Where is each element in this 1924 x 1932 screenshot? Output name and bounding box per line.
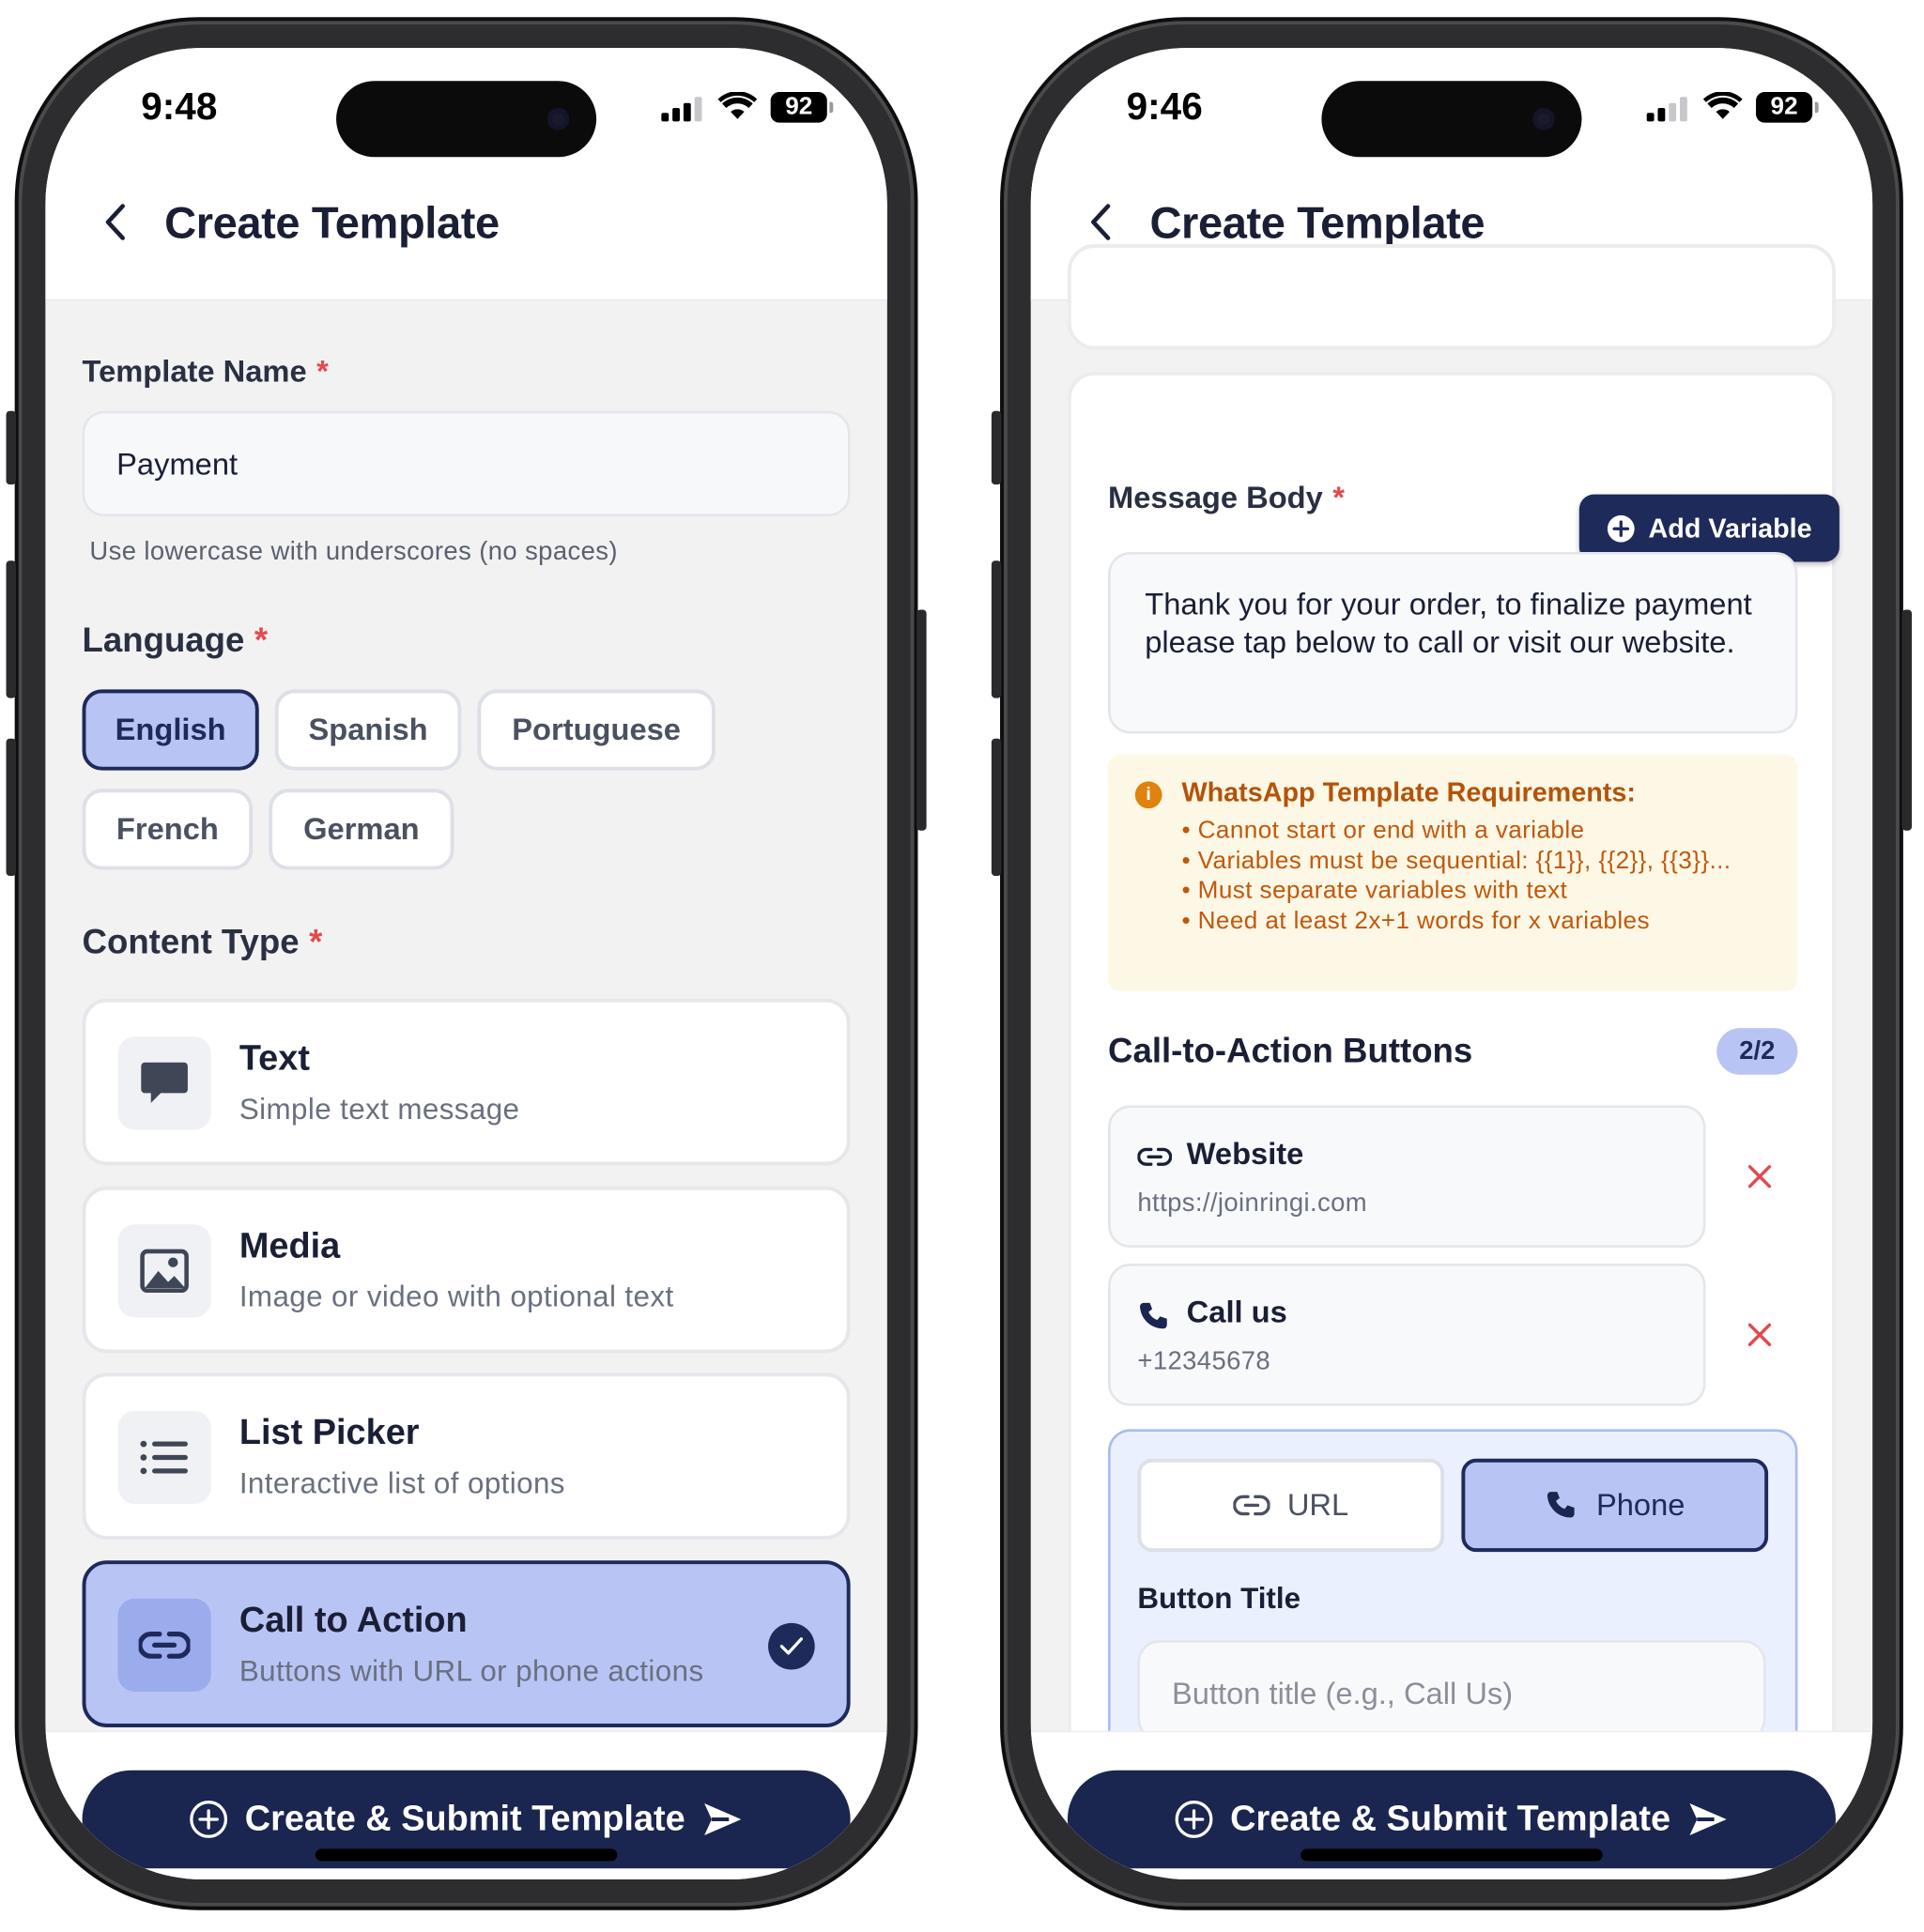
cta-button-title: Website: [1186, 1137, 1304, 1172]
cta-button-item[interactable]: Website https://joinringi.com: [1108, 1105, 1706, 1249]
type-toggle-url[interactable]: URL: [1137, 1458, 1445, 1553]
list-icon: [117, 1410, 211, 1505]
card-title: Media: [239, 1226, 341, 1266]
form-content[interactable]: Add Variable Message Body * Thank you for…: [1031, 48, 1872, 1731]
message-body-label: Message Body *: [1108, 481, 1345, 515]
template-name-input[interactable]: Payment: [82, 410, 851, 517]
phone-icon: [1547, 1492, 1575, 1518]
submit-label: Create & Submit Template: [1230, 1799, 1671, 1839]
power-button: [916, 609, 927, 831]
requirement-item: Must separate variables with text: [1181, 876, 1758, 906]
page-title: Create Template: [164, 197, 500, 248]
phone-frame-left: 9:48 92 Create Template Template Name * P…: [6, 17, 927, 1910]
language-chip-german[interactable]: German: [269, 789, 454, 870]
requirement-item: Need at least 2x+1 words for x variables: [1181, 906, 1758, 936]
screen-right: 9:46 92 Create Template Add Variable Mes…: [1030, 47, 1873, 1880]
cta-button-value: https://joinringi.com: [1137, 1188, 1368, 1218]
requirements-title: WhatsApp Template Requirements:: [1181, 776, 1636, 807]
language-label: Language *: [82, 621, 269, 659]
remove-button-x-icon[interactable]: [1745, 1320, 1774, 1349]
language-chip-french[interactable]: French: [82, 789, 254, 870]
action-button: [6, 410, 16, 485]
previous-section-card: [1067, 244, 1836, 350]
phone-frame-right: 9:46 92 Create Template Add Variable Mes…: [991, 17, 1912, 1910]
template-name-hint: Use lowercase with underscores (no space…: [89, 537, 618, 566]
link-icon: [1137, 1147, 1172, 1166]
cta-count-badge: 2/2: [1716, 1028, 1798, 1075]
status-time: 9:48: [141, 84, 218, 128]
home-indicator[interactable]: [1301, 1848, 1603, 1862]
type-toggle-phone[interactable]: Phone: [1461, 1458, 1769, 1553]
requirements-notice: i WhatsApp Template Requirements: Cannot…: [1108, 754, 1798, 991]
plus-circle-icon: [1175, 1801, 1212, 1838]
plus-circle-icon: [189, 1801, 227, 1838]
card-title: Text: [239, 1038, 310, 1079]
volume-down-button: [991, 738, 1002, 877]
requirement-item: Variables must be sequential: {{1}}, {{2…: [1181, 846, 1758, 876]
form-content[interactable]: Template Name * Payment Use lowercase wit…: [45, 301, 886, 1730]
content-type-label: Content Type *: [82, 922, 323, 961]
cta-button-editor: URL Phone Button Title Button title (e.g…: [1108, 1429, 1798, 1731]
plus-circle-icon: [1608, 514, 1636, 542]
button-title-input[interactable]: Button title (e.g., Call Us): [1137, 1640, 1766, 1731]
type-toggle-label: Phone: [1595, 1487, 1685, 1523]
template-name-label: Template Name *: [82, 354, 329, 390]
back-chevron-icon[interactable]: [101, 201, 129, 242]
card-subtitle: Simple text message: [239, 1093, 520, 1127]
volume-up-button: [991, 560, 1002, 698]
link-icon: [117, 1598, 211, 1693]
nav-header: Create Template: [45, 164, 887, 301]
message-body-textarea[interactable]: Thank you for your order, to finalize pa…: [1108, 552, 1798, 734]
cta-button-title: Call us: [1186, 1295, 1287, 1330]
remove-button-x-icon[interactable]: [1745, 1162, 1774, 1191]
type-toggle-label: URL: [1286, 1487, 1349, 1523]
content-type-card-list-picker[interactable]: List Picker Interactive list of options: [82, 1372, 851, 1541]
action-button: [991, 410, 1002, 485]
cta-buttons-title: Call-to-Action Buttons: [1108, 1032, 1473, 1070]
requirement-item: Cannot start or end with a variable: [1181, 816, 1758, 846]
volume-up-button: [6, 560, 16, 698]
card-subtitle: Interactive list of options: [239, 1466, 565, 1501]
volume-down-button: [6, 738, 16, 877]
content-type-card-text[interactable]: Text Simple text message: [82, 998, 851, 1166]
cta-button-item[interactable]: Call us +12345678: [1108, 1264, 1706, 1406]
cellular-signal-icon: [661, 97, 702, 122]
requirements-list: Cannot start or end with a variable Vari…: [1181, 816, 1758, 936]
phone-icon: [1140, 1302, 1167, 1329]
link-icon: [1233, 1495, 1270, 1516]
button-title-label: Button Title: [1137, 1582, 1301, 1617]
screen-left: 9:48 92 Create Template Template Name * P…: [45, 47, 887, 1880]
checkmark-icon: [768, 1622, 815, 1670]
content-type-card-media[interactable]: Media Image or video with optional text: [82, 1186, 851, 1354]
submit-label: Create & Submit Template: [244, 1799, 685, 1839]
card-title: List Picker: [239, 1413, 420, 1453]
chat-bubble-icon: [117, 1036, 211, 1130]
language-chip-spanish[interactable]: Spanish: [274, 689, 462, 771]
card-title: Call to Action: [239, 1601, 468, 1641]
battery-indicator: 92: [770, 92, 834, 123]
image-icon: [117, 1224, 211, 1318]
info-icon: i: [1134, 781, 1162, 809]
dynamic-island: [336, 81, 597, 158]
card-subtitle: Image or video with optional text: [239, 1280, 674, 1314]
power-button: [1901, 609, 1912, 831]
send-arrow-icon: [1689, 1802, 1728, 1835]
wifi-icon: [717, 92, 758, 119]
cta-button-value: +12345678: [1137, 1346, 1271, 1375]
send-arrow-icon: [704, 1802, 742, 1835]
add-variable-label: Add Variable: [1648, 512, 1812, 544]
language-chip-portuguese[interactable]: Portuguese: [477, 689, 716, 771]
content-type-card-call-to-action[interactable]: Call to Action Buttons with URL or phone…: [82, 1560, 851, 1727]
home-indicator[interactable]: [315, 1848, 618, 1862]
language-chip-english[interactable]: English: [82, 689, 259, 771]
card-subtitle: Buttons with URL or phone actions: [239, 1654, 704, 1689]
